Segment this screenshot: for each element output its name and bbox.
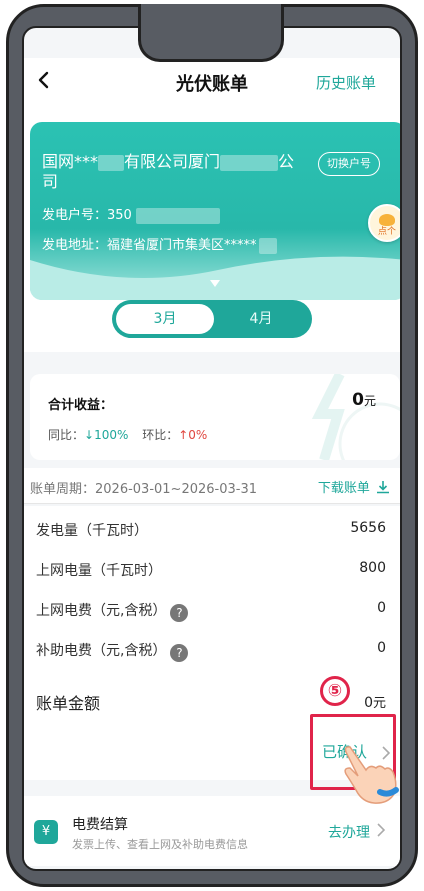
pointing-hand-icon [344, 746, 399, 804]
download-icon [377, 481, 389, 494]
chevron-right-icon [377, 823, 386, 837]
service-item-settlement[interactable]: ¥ 电费结算 发票上传、查看上网及补助电费信息 去办理 [24, 796, 400, 866]
masked-text [98, 154, 125, 171]
bill-row: 上网电量（千瓦时） 800 [24, 548, 400, 588]
yoy-label: 同比： [48, 428, 85, 442]
bill-row-label-with-help: 上网电费（元,含税）? [36, 600, 189, 622]
service-title: 电费结算 [72, 817, 128, 833]
generation-number-label: 发电户号： [42, 208, 108, 223]
app-screen: 光伏账单 历史账单 国网*** 有限公司厦门 公 司 切换户号 发电户号：350 发… [22, 26, 402, 871]
bill-row-label: 补助电费（元,含税） [36, 643, 167, 659]
month-tab-march[interactable]: 3月 [116, 304, 214, 334]
badge-text: 点个 [377, 227, 396, 237]
download-bill-button[interactable]: 下载账单 [318, 477, 390, 496]
bill-amount-number: 0 [364, 695, 373, 711]
bill-row: 补助电费（元,含税）? 0 [24, 628, 400, 668]
yoy-value: 100% [94, 428, 129, 442]
generation-number-value: 350 [107, 208, 132, 223]
total-earnings-value: 0元 [352, 390, 376, 410]
step-number-marker: ⑤ [320, 676, 350, 706]
billing-period: 账单周期：2026-03-01~2026-03-31 [30, 482, 257, 497]
expand-card-icon[interactable] [210, 280, 220, 288]
bill-row-label: 上网电量（千瓦时） [36, 563, 162, 579]
go-handle-button[interactable]: 去办理 [328, 822, 370, 842]
bill-row-value: 800 [359, 560, 386, 576]
masked-text [135, 207, 220, 224]
masked-text [258, 237, 277, 254]
total-earnings-number: 0 [352, 390, 364, 410]
mom-value: 0% [188, 428, 208, 442]
earnings-comparison: 同比：↓100% 环比：↑0% [48, 426, 207, 443]
bill-row-label-with-help: 补助电费（元,含税）? [36, 640, 189, 662]
help-icon[interactable]: ? [170, 644, 189, 662]
download-bill-label: 下载账单 [317, 481, 370, 496]
month-tab-april[interactable]: 4月 [212, 304, 310, 334]
sun-face-icon [379, 214, 395, 226]
phone-notch [138, 4, 284, 62]
down-arrow-icon: ↓ [84, 428, 95, 442]
generation-address-value: 福建省厦门市集美区***** [107, 238, 257, 253]
bill-amount-unit: 元 [372, 696, 386, 711]
account-card: 国网*** 有限公司厦门 公 司 切换户号 发电户号：350 发电地址：福建省厦门市… [30, 122, 400, 300]
sun-mascot-badge[interactable]: 点个 [368, 204, 400, 242]
bill-row-label: 上网电费（元,含税） [36, 603, 167, 619]
company-name-prefix: 国网*** [42, 152, 99, 171]
company-name: 国网*** 有限公司厦门 公 司 [42, 152, 312, 192]
generation-address-label: 发电地址： [42, 238, 108, 253]
month-switcher: 3月 4月 [112, 300, 312, 338]
bill-amount-value: 0元 [364, 692, 386, 711]
company-name-end: 公 [278, 152, 295, 171]
top-bar: 光伏账单 历史账单 [24, 58, 400, 102]
bill-amount-label: 账单金额 [36, 694, 101, 713]
total-earnings-unit: 元 [363, 394, 376, 408]
bill-row: 发电量（千瓦时） 5656 [24, 508, 400, 548]
switch-account-button[interactable]: 切换户号 [318, 152, 380, 176]
generation-number: 发电户号：350 [42, 204, 220, 224]
help-icon[interactable]: ? [170, 604, 189, 622]
bill-row-label: 发电量（千瓦时） [36, 523, 148, 539]
yuan-icon: ¥ [34, 820, 58, 844]
lightning-watermark-icon [311, 374, 400, 460]
history-bills-link[interactable]: 历史账单 [316, 72, 376, 93]
service-description: 发票上传、查看上网及补助电费信息 [72, 838, 248, 851]
mom-label: 环比： [142, 428, 179, 442]
up-arrow-icon: ↑ [178, 428, 189, 442]
bill-row-value: 5656 [350, 520, 386, 536]
company-name-middle: 有限公司厦门 [124, 152, 221, 171]
billing-period-row: 账单周期：2026-03-01~2026-03-31 下载账单 [24, 468, 400, 504]
earnings-card: 合计收益： 0元 同比：↓100% 环比：↑0% [30, 374, 400, 460]
bill-row-value: 0 [377, 600, 386, 616]
bill-row-value: 0 [377, 640, 386, 656]
company-name-wrap: 司 [42, 172, 59, 191]
total-earnings-label: 合计收益： [48, 398, 114, 413]
generation-address: 发电地址：福建省厦门市集美区***** [42, 234, 277, 254]
bill-row: 上网电费（元,含税）? 0 [24, 588, 400, 628]
masked-text [220, 154, 279, 171]
